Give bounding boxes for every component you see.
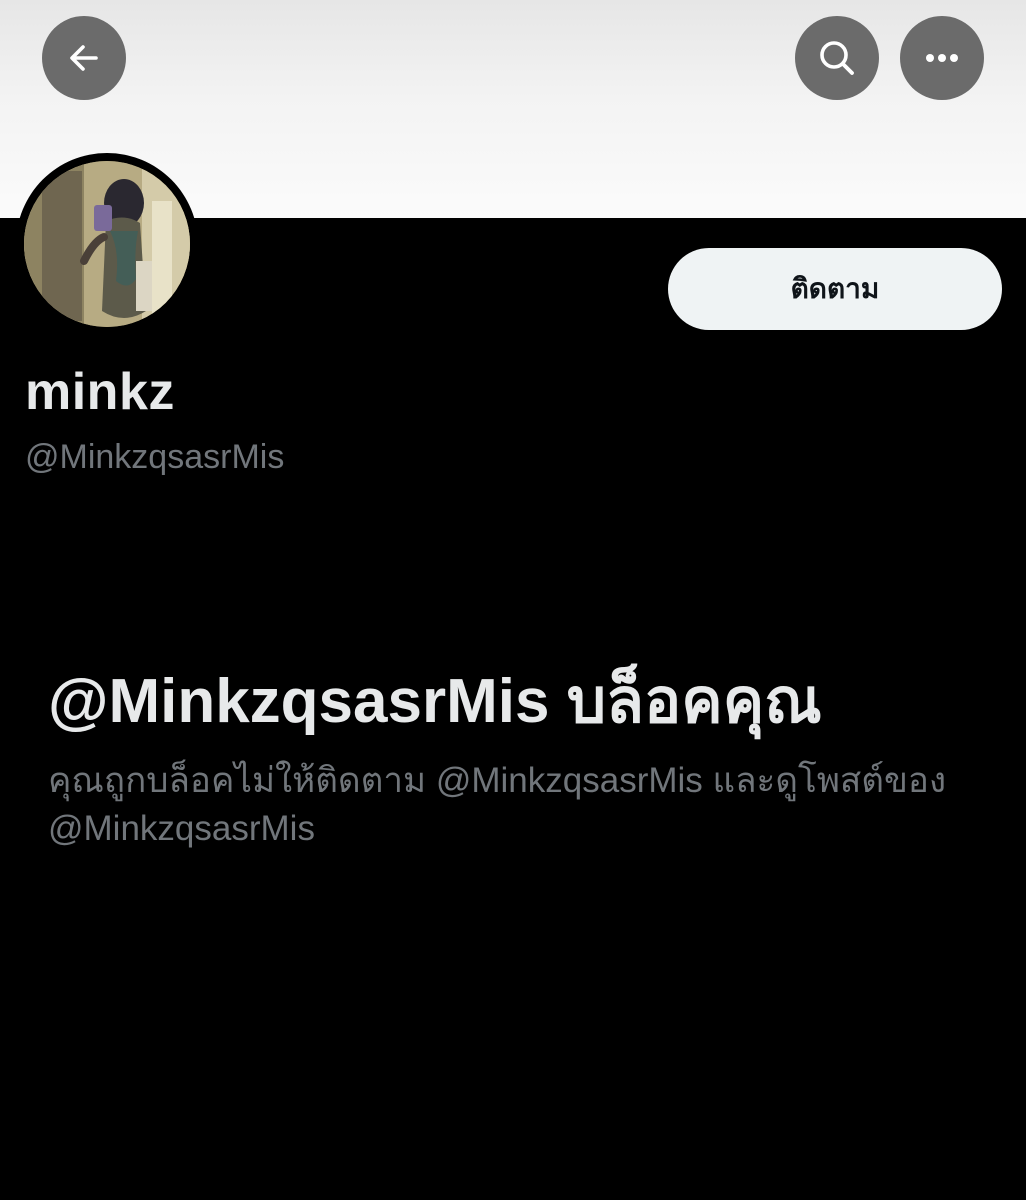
search-button[interactable] bbox=[795, 16, 879, 100]
follow-button[interactable]: ติดตาม bbox=[668, 248, 1002, 330]
avatar-photo bbox=[24, 161, 190, 327]
search-icon bbox=[815, 36, 859, 80]
profile-handle: @MinkzqsasrMis bbox=[25, 438, 285, 476]
more-horizontal-icon bbox=[920, 36, 964, 80]
blocked-description: คุณถูกบล็อคไม่ให้ติดตาม @MinkzqsasrMis แ… bbox=[48, 761, 947, 848]
display-name: minkz bbox=[25, 363, 175, 421]
back-button[interactable] bbox=[42, 16, 126, 100]
arrow-left-icon bbox=[64, 38, 104, 78]
avatar[interactable] bbox=[16, 153, 198, 335]
blocked-title: @MinkzqsasrMis บล็อคคุณ bbox=[48, 667, 822, 736]
more-options-button[interactable] bbox=[900, 16, 984, 100]
